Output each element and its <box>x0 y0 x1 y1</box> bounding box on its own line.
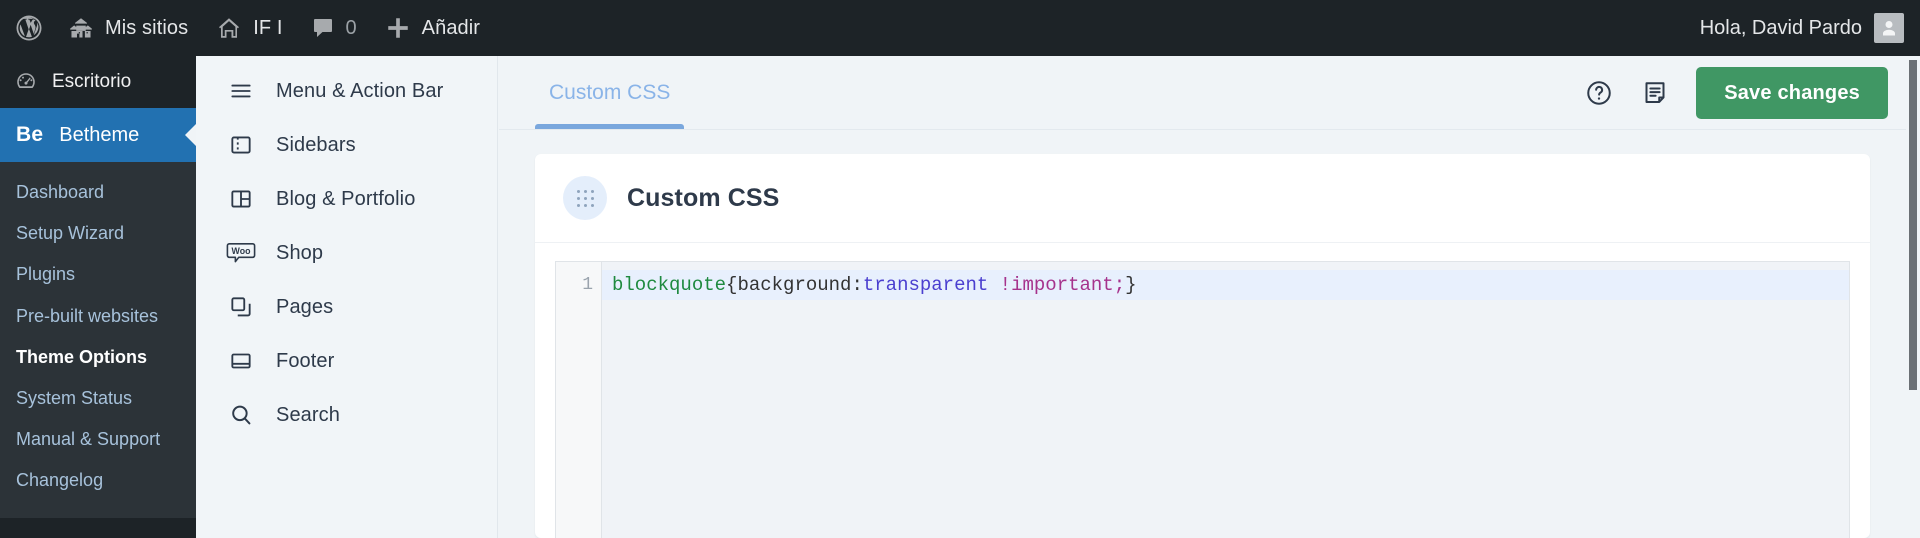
sidebar-item-dashboard[interactable]: Escritorio <box>0 56 196 108</box>
betheme-submenu: Dashboard Setup Wizard Plugins Pre-built… <box>0 162 196 518</box>
main-content: Custom CSS Save changes Custom CSS 1 blo… <box>499 56 1906 538</box>
options-menu-item-label: Search <box>276 403 340 426</box>
sidebar-dashboard-label: Escritorio <box>52 71 132 92</box>
tab-active-indicator <box>535 124 685 129</box>
layout-icon <box>226 186 256 212</box>
wp-admin-sidebar: Escritorio Be Betheme Dashboard Setup Wi… <box>0 56 196 538</box>
theme-options-menu: Menu & Action Bar Sidebars Blog & Portfo… <box>196 56 498 538</box>
code-area[interactable]: blockquote{background:transparent !impor… <box>602 262 1849 538</box>
greeting-text: Hola, David Pardo <box>1699 16 1862 39</box>
options-menu-item-label: Menu & Action Bar <box>276 79 444 102</box>
css-property-token: background: <box>737 274 863 296</box>
notes-document-icon[interactable] <box>1640 78 1670 108</box>
comment-icon <box>311 16 335 40</box>
sites-icon <box>68 15 94 41</box>
svg-text:Woo: Woo <box>232 246 252 256</box>
code-editor[interactable]: 1 blockquote{background:transparent !imp… <box>555 261 1850 538</box>
search-icon <box>226 402 256 428</box>
betheme-logo: Be <box>16 123 44 146</box>
sidebars-icon <box>226 132 256 158</box>
admin-bar-item-comments[interactable]: 0 <box>297 0 371 56</box>
admin-bar-left-group: Mis sitios IF I 0 Añadir <box>0 0 494 56</box>
admin-bar-item-label: Mis sitios <box>105 16 189 39</box>
custom-css-card: Custom CSS 1 blockquote{background:trans… <box>535 154 1870 538</box>
save-changes-button[interactable]: Save changes <box>1696 67 1888 119</box>
header-actions: Save changes <box>1584 56 1906 130</box>
sidebar-item-changelog[interactable]: Changelog <box>0 460 196 501</box>
options-menu-item-search[interactable]: Search <box>196 388 497 442</box>
wordpress-logo-button[interactable] <box>0 0 54 56</box>
page-scrollbar[interactable] <box>1906 56 1920 538</box>
submenu-arrow-icon <box>185 124 196 146</box>
code-line-1[interactable]: blockquote{background:transparent !impor… <box>602 270 1849 300</box>
options-menu-item-label: Footer <box>276 349 335 372</box>
admin-bar-account-area[interactable]: Hola, David Pardo <box>1700 13 1920 43</box>
plus-icon <box>385 15 411 41</box>
hamburger-icon <box>226 78 256 104</box>
sidebar-item-prebuilt[interactable]: Pre-built websites <box>0 296 196 337</box>
line-number: 1 <box>582 275 593 295</box>
admin-bar-item-label: IF I <box>253 16 283 39</box>
page-scrollbar-thumb[interactable] <box>1909 60 1917 390</box>
options-menu-item-sidebars[interactable]: Sidebars <box>196 118 497 172</box>
admin-bar-item-site-name[interactable]: IF I <box>202 0 296 56</box>
card-title: Custom CSS <box>627 183 780 212</box>
code-editor-wrapper: 1 blockquote{background:transparent !imp… <box>535 243 1870 538</box>
screen: Mis sitios IF I 0 Añadir Hola, David Par… <box>0 0 1920 538</box>
betheme-label: Betheme <box>59 123 140 146</box>
css-value-token: transparent <box>862 274 989 296</box>
sidebar-item-manual-support[interactable]: Manual & Support <box>0 419 196 460</box>
css-important-token: !important; <box>988 274 1126 296</box>
options-menu-item-footer[interactable]: Footer <box>196 334 497 388</box>
tab-bar: Custom CSS <box>499 56 685 129</box>
css-selector-token: blockquote <box>612 274 727 296</box>
content-header: Custom CSS Save changes <box>499 56 1906 130</box>
admin-bar-item-my-sites[interactable]: Mis sitios <box>54 0 202 56</box>
admin-bar-item-label: Añadir <box>421 16 481 39</box>
sidebar-item-system-status[interactable]: System Status <box>0 378 196 419</box>
sidebar-item-betheme[interactable]: Be Betheme <box>0 108 196 162</box>
options-menu-item-label: Shop <box>276 241 324 264</box>
sidebar-item-dashboard-sub[interactable]: Dashboard <box>0 172 196 213</box>
home-icon <box>216 15 242 41</box>
options-menu-item-menu-action-bar[interactable]: Menu & Action Bar <box>196 64 497 118</box>
tab-custom-css[interactable]: Custom CSS <box>535 56 685 129</box>
css-close-brace-token: } <box>1125 274 1137 296</box>
card-header: Custom CSS <box>535 154 1870 243</box>
tab-label: Custom CSS <box>549 80 671 104</box>
help-circle-icon[interactable] <box>1584 78 1614 108</box>
drag-handle-dots-icon[interactable] <box>563 176 607 220</box>
footer-icon <box>226 348 256 374</box>
line-number-gutter: 1 <box>556 262 602 538</box>
options-menu-item-label: Blog & Portfolio <box>276 187 416 210</box>
css-open-brace-token: { <box>726 274 738 296</box>
sidebar-item-theme-options[interactable]: Theme Options <box>0 337 196 378</box>
sidebar-item-plugins[interactable]: Plugins <box>0 254 196 295</box>
options-menu-item-label: Sidebars <box>276 133 356 156</box>
card-area: Custom CSS 1 blockquote{background:trans… <box>499 130 1906 538</box>
wp-admin-bar: Mis sitios IF I 0 Añadir Hola, David Par… <box>0 0 1920 56</box>
options-menu-item-pages[interactable]: Pages <box>196 280 497 334</box>
avatar <box>1874 13 1904 43</box>
options-menu-item-shop[interactable]: Woo Shop <box>196 226 497 280</box>
admin-bar-item-new[interactable]: Añadir <box>371 0 494 56</box>
pages-icon <box>226 294 256 320</box>
sidebar-item-setup-wizard[interactable]: Setup Wizard <box>0 213 196 254</box>
woocommerce-icon: Woo <box>226 240 256 266</box>
dot-grid <box>576 189 594 207</box>
wordpress-logo-icon <box>14 13 44 43</box>
options-menu-item-blog-portfolio[interactable]: Blog & Portfolio <box>196 172 497 226</box>
options-menu-item-label: Pages <box>276 295 334 318</box>
comment-count: 0 <box>345 16 357 39</box>
